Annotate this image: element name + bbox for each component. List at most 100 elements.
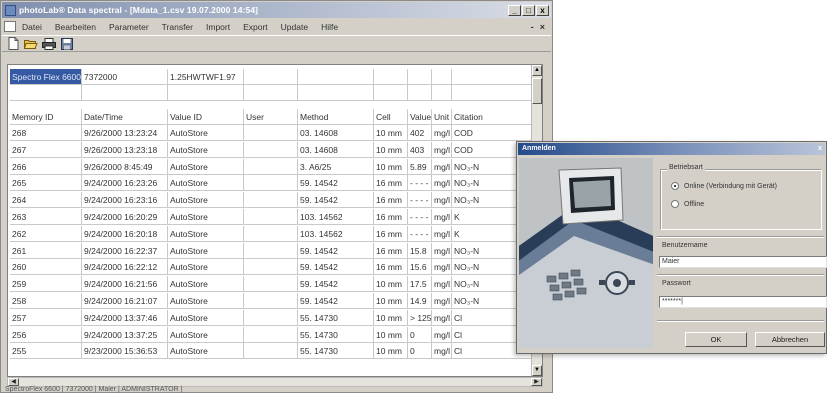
table-cell[interactable]: mg/l <box>432 209 452 225</box>
open-folder-icon[interactable] <box>24 37 38 50</box>
table-cell[interactable]: 9/24/2000 16:21:07 <box>82 293 168 309</box>
table-cell[interactable]: mg/l <box>432 343 452 360</box>
table-cell[interactable]: 10 mm <box>374 158 408 175</box>
table-cell[interactable]: 10 mm <box>374 141 408 158</box>
table-cell[interactable]: COD <box>452 125 533 141</box>
column-header[interactable]: Unit <box>432 109 452 125</box>
table-cell[interactable]: 10 mm <box>374 276 408 293</box>
table-cell[interactable]: mg/l <box>432 276 452 293</box>
table-cell[interactable]: mg/l <box>432 259 452 276</box>
table-cell[interactable]: AutoStore <box>168 141 244 158</box>
title-bar[interactable]: photoLab® Data spectral - [Mdata_1.csv 1… <box>2 2 551 18</box>
table-cell[interactable]: 263 <box>10 209 82 225</box>
table-cell[interactable]: 403 <box>408 141 432 158</box>
table-cell[interactable]: 10 mm <box>374 293 408 309</box>
menu-parameter[interactable]: Parameter <box>109 22 149 32</box>
table-cell[interactable]: 267 <box>10 141 82 158</box>
table-cell[interactable]: mg/l <box>432 242 452 259</box>
table-cell[interactable] <box>244 293 298 309</box>
instrument-serial-cell[interactable]: 7372000 <box>82 69 168 85</box>
maximize-button[interactable]: □ <box>522 4 535 16</box>
table-cell[interactable]: AutoStore <box>168 225 244 242</box>
table-cell[interactable]: 16 mm <box>374 192 408 209</box>
table-cell[interactable]: AutoStore <box>168 125 244 141</box>
table-cell[interactable]: 262 <box>10 225 82 242</box>
table-cell[interactable]: 402 <box>408 125 432 141</box>
table-cell[interactable]: mg/l <box>432 225 452 242</box>
table-cell[interactable]: 103. 14562 <box>298 225 374 242</box>
table-cell[interactable]: mg/l <box>432 192 452 209</box>
table-cell[interactable]: AutoStore <box>168 175 244 192</box>
menu-hilfe[interactable]: Hilfe <box>321 22 338 32</box>
table-cell[interactable]: 14.9 <box>408 293 432 309</box>
table-cell[interactable]: 9/24/2000 16:21:56 <box>82 276 168 293</box>
table-cell[interactable] <box>244 276 298 293</box>
scroll-left-button[interactable]: ◀ <box>8 378 19 386</box>
grid-cell[interactable] <box>452 69 533 85</box>
table-cell[interactable] <box>244 192 298 209</box>
table-cell[interactable]: 55. 14730 <box>298 343 374 360</box>
menu-bearbeiten[interactable]: Bearbeiten <box>55 22 96 32</box>
table-row[interactable]: 262 9/24/2000 16:20:18 AutoStore 103. 14562… <box>8 225 533 242</box>
offline-radio-option[interactable]: Offline <box>671 200 704 208</box>
column-header[interactable]: Date/Time <box>82 109 168 125</box>
table-cell[interactable]: 10 mm <box>374 326 408 343</box>
table-cell[interactable]: 10 mm <box>374 125 408 141</box>
table-cell[interactable]: > 125 <box>408 309 432 326</box>
table-cell[interactable]: 264 <box>10 192 82 209</box>
table-cell[interactable]: 16 mm <box>374 225 408 242</box>
grid-cell[interactable] <box>298 69 374 85</box>
table-cell[interactable]: 15.6 <box>408 259 432 276</box>
grid-cell[interactable] <box>374 69 408 85</box>
table-cell[interactable]: 59. 14542 <box>298 259 374 276</box>
menu-datei[interactable]: Datei <box>22 22 42 32</box>
table-cell[interactable]: 9/26/2000 13:23:18 <box>82 141 168 158</box>
table-cell[interactable]: 9/24/2000 16:20:29 <box>82 209 168 225</box>
instrument-name-cell[interactable]: Spectro Flex 6600 <box>10 69 82 85</box>
column-header[interactable]: Cell <box>374 109 408 125</box>
table-cell[interactable]: 16 mm <box>374 242 408 259</box>
document-close-button[interactable]: × <box>540 22 545 32</box>
scroll-up-button[interactable]: ▲ <box>532 65 542 76</box>
table-cell[interactable]: AutoStore <box>168 326 244 343</box>
table-cell[interactable]: 3. A6/25 <box>298 158 374 175</box>
table-cell[interactable] <box>244 242 298 259</box>
table-cell[interactable]: 10 mm <box>374 309 408 326</box>
table-cell[interactable]: 16 mm <box>374 259 408 276</box>
grid-cell[interactable] <box>432 69 452 85</box>
table-cell[interactable]: AutoStore <box>168 209 244 225</box>
table-cell[interactable]: AutoStore <box>168 259 244 276</box>
table-cell[interactable]: 0 <box>408 343 432 360</box>
column-header[interactable]: Method <box>298 109 374 125</box>
table-cell[interactable] <box>244 343 298 360</box>
menu-update[interactable]: Update <box>281 22 308 32</box>
table-cell[interactable]: 03. 14608 <box>298 125 374 141</box>
table-cell[interactable]: mg/l <box>432 309 452 326</box>
table-cell[interactable] <box>244 225 298 242</box>
table-cell[interactable]: - - - - <box>408 192 432 209</box>
table-cell[interactable]: AutoStore <box>168 192 244 209</box>
save-icon[interactable] <box>60 37 74 50</box>
table-row[interactable]: 261 9/24/2000 16:22:37 AutoStore 59. 14542 1… <box>8 242 533 259</box>
table-cell[interactable]: mg/l <box>432 125 452 141</box>
table-row[interactable]: 259 9/24/2000 16:21:56 AutoStore 59. 14542 1… <box>8 276 533 293</box>
table-cell[interactable]: 9/24/2000 16:20:18 <box>82 225 168 242</box>
cancel-button[interactable]: Abbrechen <box>755 332 825 347</box>
table-cell[interactable]: - - - - <box>408 209 432 225</box>
table-cell[interactable]: 59. 14542 <box>298 242 374 259</box>
table-cell[interactable]: 10 mm <box>374 343 408 360</box>
column-header[interactable]: Citation <box>452 109 533 125</box>
table-cell[interactable]: AutoStore <box>168 276 244 293</box>
table-row[interactable]: 268 9/26/2000 13:23:24 AutoStore 03. 14608 1… <box>8 125 533 141</box>
table-row[interactable]: 257 9/24/2000 13:37:46 AutoStore 55. 14730 1… <box>8 309 533 326</box>
table-cell[interactable]: 9/24/2000 16:22:12 <box>82 259 168 276</box>
dialog-close-button[interactable]: x <box>818 143 822 155</box>
column-header[interactable]: User <box>244 109 298 125</box>
table-cell[interactable]: 9/24/2000 16:23:26 <box>82 175 168 192</box>
table-cell[interactable]: 258 <box>10 293 82 309</box>
table-cell[interactable]: AutoStore <box>168 293 244 309</box>
menu-import[interactable]: Import <box>206 22 230 32</box>
table-cell[interactable]: 9/26/2000 13:23:24 <box>82 125 168 141</box>
table-cell[interactable]: mg/l <box>432 141 452 158</box>
offline-radio[interactable] <box>671 200 679 208</box>
